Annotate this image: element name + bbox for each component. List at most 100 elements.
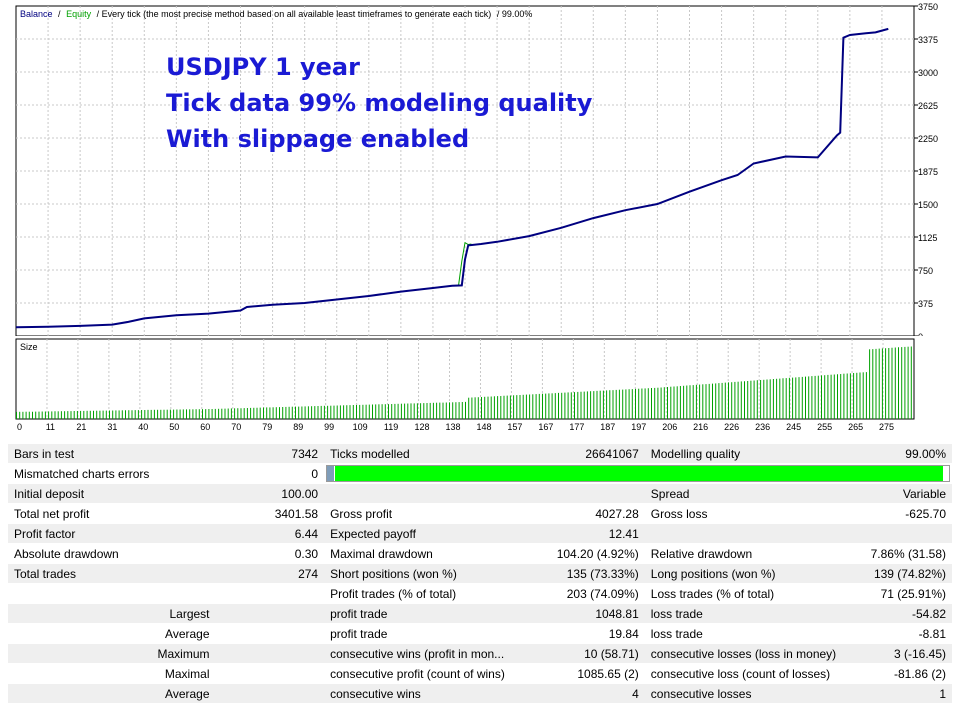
y-tick-label: 3750 xyxy=(918,2,938,12)
label-absolute-drawdown: Absolute drawdown xyxy=(8,543,216,564)
chart-legend: Balance / Equity / Every tick (the most … xyxy=(20,9,532,19)
x-tick-label: 197 xyxy=(631,422,646,432)
x-tick-label: 89 xyxy=(293,422,303,432)
x-tick-label: 21 xyxy=(76,422,86,432)
legend-quality: / 99.00% xyxy=(497,9,533,19)
label-ticks-modelled: Ticks modelled xyxy=(324,443,543,464)
table-row: Average consecutive wins 4 consecutive l… xyxy=(8,683,952,703)
label-maximal-consecutive-loss: consecutive loss (count of losses) xyxy=(644,663,865,684)
value-gross-loss: -625.70 xyxy=(864,503,952,524)
value-expected-payoff: 12.41 xyxy=(542,523,645,544)
label-average: Average xyxy=(8,623,216,644)
value-maximal-consecutive-profit: 1085.65 (2) xyxy=(542,663,645,684)
x-tick-label: 99 xyxy=(324,422,334,432)
modelling-quality-fill xyxy=(335,466,943,481)
value-max-consecutive-losses: 3 (-16.45) xyxy=(864,643,952,664)
value-average-loss-trade: -8.81 xyxy=(864,623,952,644)
annotation-line-2: Tick data 99% modeling quality xyxy=(166,89,593,117)
y-axis-ticks: 375033753000262522501875150011257503750 xyxy=(914,2,938,336)
table-row: Largest profit trade 1048.81 loss trade … xyxy=(8,603,952,624)
value-average-consecutive-losses: 1 xyxy=(864,683,952,703)
value-mismatched-errors: 0 xyxy=(215,463,325,484)
label-average-loss-trade: loss trade xyxy=(644,623,865,644)
label-initial-deposit: Initial deposit xyxy=(8,483,216,504)
x-tick-label: 79 xyxy=(262,422,272,432)
label-maximal: Maximal xyxy=(8,663,216,684)
label-average-consecutive: Average xyxy=(8,683,216,703)
label-largest-profit-trade: profit trade xyxy=(324,603,543,624)
value-largest-profit-trade: 1048.81 xyxy=(542,603,645,624)
annotation-line-1: USDJPY 1 year xyxy=(166,53,360,81)
label-spread: Spread xyxy=(644,483,865,504)
x-tick-label: 50 xyxy=(169,422,179,432)
x-tick-label: 216 xyxy=(693,422,708,432)
value-largest-loss-trade: -54.82 xyxy=(864,603,952,624)
x-tick-label: 157 xyxy=(507,422,522,432)
table-row: Average profit trade 19.84 loss trade -8… xyxy=(8,623,952,644)
legend-equity: Equity xyxy=(66,9,92,19)
value-bars-in-test: 7342 xyxy=(215,443,325,464)
label-average-consecutive-wins: consecutive wins xyxy=(324,683,543,703)
report-table: Bars in test 7342 Ticks modelled 2664106… xyxy=(8,443,952,703)
x-tick-label: 148 xyxy=(476,422,491,432)
table-row: Profit factor 6.44 Expected payoff 12.41 xyxy=(8,523,952,544)
label-mismatched-errors: Mismatched charts errors xyxy=(8,463,216,484)
table-row: Bars in test 7342 Ticks modelled 2664106… xyxy=(8,443,952,464)
balance-equity-chart: 375033753000262522501875150011257503750 … xyxy=(15,2,938,336)
value-modelling-quality: 99.00% xyxy=(864,443,952,464)
x-tick-label: 109 xyxy=(353,422,368,432)
value-loss-trades: 71 (25.91%) xyxy=(864,583,952,604)
x-tick-label: 138 xyxy=(445,422,460,432)
legend-separator: / xyxy=(58,9,61,19)
size-chart: Size 0 11 21 31 40 50 60 70 79 89 99 109 119 128 138 14… xyxy=(15,338,915,432)
y-tick-label: 1875 xyxy=(918,167,938,177)
label-average-profit-trade: profit trade xyxy=(324,623,543,644)
table-row: Maximum consecutive wins (profit in mon.… xyxy=(8,643,952,664)
label-bars-in-test: Bars in test xyxy=(8,443,216,464)
x-tick-label: 265 xyxy=(848,422,863,432)
label-total-trades: Total trades xyxy=(8,563,216,584)
x-tick-label: 70 xyxy=(231,422,241,432)
label-profit-factor: Profit factor xyxy=(8,523,216,544)
label-max-consecutive-losses: consecutive losses (loss in money) xyxy=(644,643,865,664)
label-average-consecutive-losses: consecutive losses xyxy=(644,683,865,703)
x-tick-label: 187 xyxy=(600,422,615,432)
modelling-quality-bar xyxy=(324,463,952,484)
x-tick-label: 255 xyxy=(817,422,832,432)
x-tick-label: 275 xyxy=(879,422,894,432)
table-row: Profit trades (% of total) 203 (74.09%) … xyxy=(8,583,952,604)
label-loss-trades: Loss trades (% of total) xyxy=(644,583,865,604)
value-long-positions: 139 (74.82%) xyxy=(864,563,952,584)
modelling-quality-marker xyxy=(327,466,335,481)
x-tick-label: 177 xyxy=(569,422,584,432)
value-average-consecutive-wins: 4 xyxy=(542,683,645,703)
label-largest-loss-trade: loss trade xyxy=(644,603,865,624)
y-tick-label: 3375 xyxy=(918,35,938,45)
y-tick-label: 1125 xyxy=(918,233,937,243)
table-row: Maximal consecutive profit (count of win… xyxy=(8,663,952,684)
label-largest: Largest xyxy=(8,603,216,624)
value-profit-trades: 203 (74.09%) xyxy=(542,583,645,604)
x-tick-label: 11 xyxy=(46,422,55,432)
y-tick-label: 2250 xyxy=(918,134,938,144)
value-initial-deposit: 100.00 xyxy=(215,483,325,504)
value-spread: Variable xyxy=(864,483,952,504)
annotation-line-3: With slippage enabled xyxy=(166,125,469,153)
table-row: Mismatched charts errors 0 xyxy=(8,463,952,484)
value-short-positions: 135 (73.33%) xyxy=(542,563,645,584)
value-profit-factor: 6.44 xyxy=(215,523,325,544)
x-tick-label: 40 xyxy=(138,422,148,432)
value-max-consecutive-wins: 10 (58.71) xyxy=(542,643,645,664)
size-chart-title: Size xyxy=(20,342,38,352)
value-ticks-modelled: 26641067 xyxy=(542,443,645,464)
label-maximal-consecutive-profit: consecutive profit (count of wins) xyxy=(324,663,543,684)
value-total-trades: 274 xyxy=(215,563,325,584)
value-total-net-profit: 3401.58 xyxy=(215,503,325,524)
x-tick-label: 167 xyxy=(538,422,553,432)
value-average-profit-trade: 19.84 xyxy=(542,623,645,644)
value-absolute-drawdown: 0.30 xyxy=(215,543,325,564)
y-tick-label: 750 xyxy=(918,266,933,276)
modelling-quality-track xyxy=(326,465,950,482)
x-axis-ticks: 0 11 21 31 40 50 60 70 79 89 99 109 119 128 138 148 157 1… xyxy=(17,422,894,432)
value-relative-drawdown: 7.86% (31.58) xyxy=(864,543,952,564)
